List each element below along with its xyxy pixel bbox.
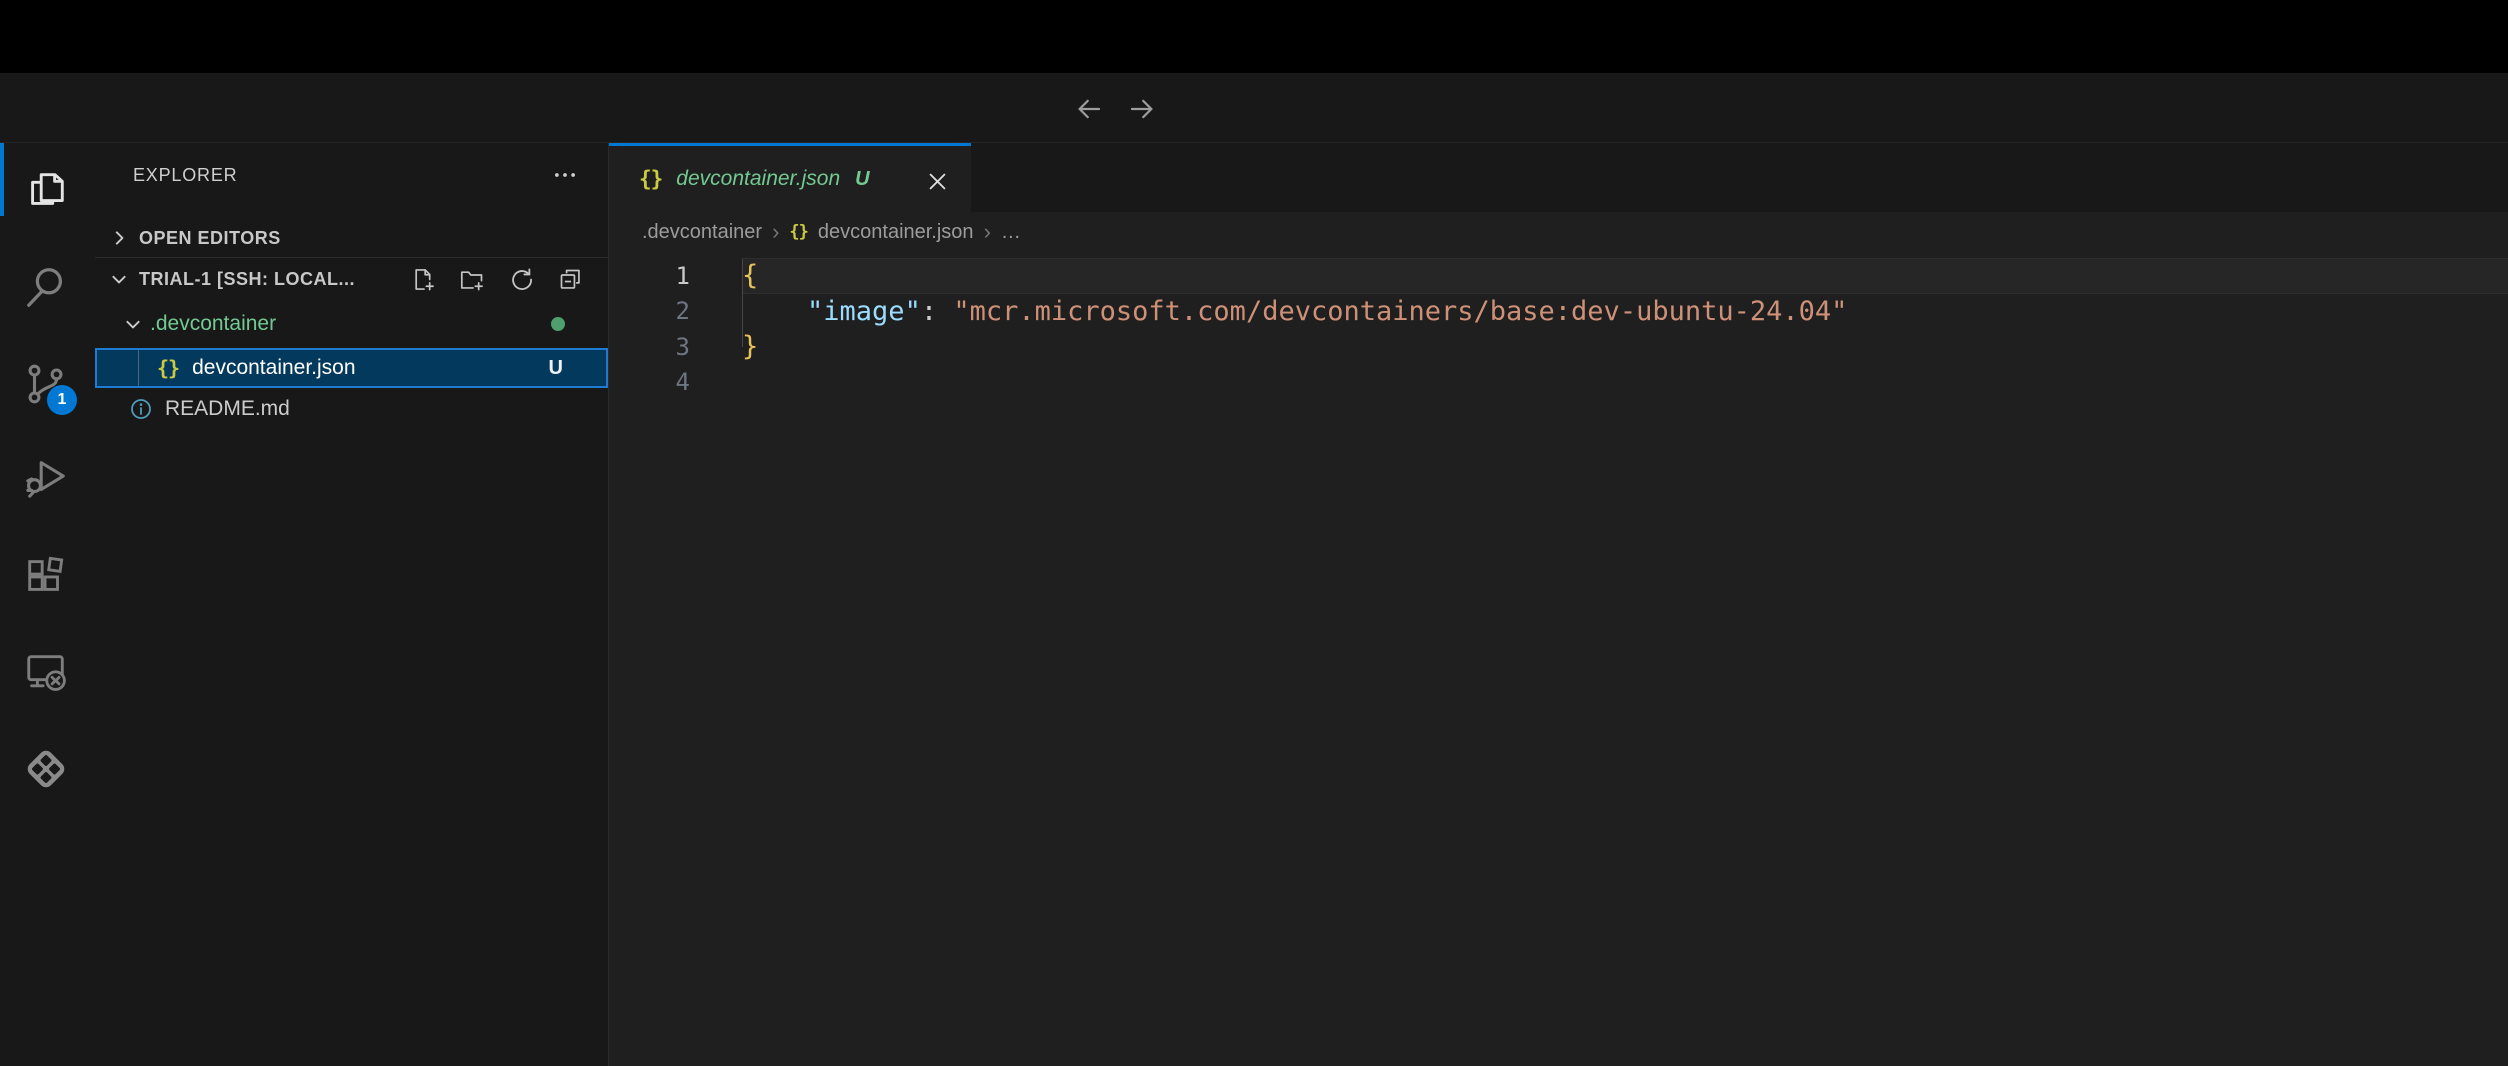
source-control-activity-button[interactable]: 1 xyxy=(22,360,70,408)
extensions-icon xyxy=(23,553,69,599)
activity-bar: 1 xyxy=(0,143,95,1066)
git-untracked-badge: U xyxy=(549,357,563,380)
new-file-icon xyxy=(410,266,437,293)
sidebar-title: EXPLORER xyxy=(133,165,237,186)
diamond-grid-icon xyxy=(23,746,69,792)
code-line[interactable]: { xyxy=(742,258,758,294)
open-editors-label: OPEN EDITORS xyxy=(139,228,281,249)
run-debug-activity-button[interactable] xyxy=(22,453,70,501)
navigate-back-button[interactable] xyxy=(1074,94,1104,124)
chevron-down-icon xyxy=(108,268,130,290)
chevron-right-icon xyxy=(108,227,130,249)
code-token-key: "image" xyxy=(807,296,921,327)
close-icon xyxy=(926,170,949,193)
breadcrumb-symbol-more[interactable]: … xyxy=(1001,221,1021,244)
breadcrumb-separator: › xyxy=(984,219,991,245)
active-view-indicator xyxy=(0,143,4,216)
chevron-down-icon xyxy=(122,313,144,335)
window-top-strip xyxy=(0,0,2508,73)
remote-explorer-activity-button[interactable] xyxy=(22,648,70,696)
code-token-bracket: } xyxy=(742,331,758,362)
line-number: 1 xyxy=(609,262,742,290)
explorer-more-actions-button[interactable] xyxy=(548,163,582,187)
breadcrumb-folder[interactable]: .devcontainer xyxy=(642,221,762,244)
search-icon xyxy=(23,265,69,311)
code-line[interactable]: } xyxy=(742,329,758,365)
json-file-icon: {} xyxy=(157,356,179,380)
line-number: 3 xyxy=(609,333,742,361)
git-modified-dot xyxy=(551,317,565,331)
debug-icon xyxy=(23,454,69,500)
file-name: devcontainer.json xyxy=(192,356,355,380)
tab-bar: {} devcontainer.json U xyxy=(609,143,2508,212)
navigate-forward-button[interactable] xyxy=(1127,94,1157,124)
code-token-plain: : xyxy=(921,296,954,327)
extensions-activity-button[interactable] xyxy=(22,552,70,600)
code-token-string: "mcr.microsoft.com/devcontainers/base:de… xyxy=(953,296,1847,327)
tab-git-badge: U xyxy=(855,168,869,191)
new-file-button[interactable] xyxy=(410,266,437,293)
editor-group: {} devcontainer.json U .devcontainer › {… xyxy=(608,143,2508,1066)
new-folder-icon xyxy=(459,266,486,293)
folder-name: .devcontainer xyxy=(150,312,276,336)
tab-label: devcontainer.json xyxy=(676,167,840,191)
explorer-sidebar: EXPLORER OPEN EDITORS TRIAL-1 [SSH: LOCA… xyxy=(95,143,608,1066)
workspace-label: TRIAL-1 [SSH: LOCAL... xyxy=(139,269,355,290)
tree-item-devcontainer-json[interactable]: {} devcontainer.json U xyxy=(95,348,608,388)
remote-explorer-icon xyxy=(23,649,69,695)
file-name: README.md xyxy=(165,397,290,421)
line-number: 4 xyxy=(609,368,742,396)
new-folder-button[interactable] xyxy=(459,266,486,293)
tree-item-devcontainer-folder[interactable]: .devcontainer xyxy=(95,306,608,342)
refresh-icon xyxy=(508,266,535,293)
code-editor[interactable]: 1{2 "image": "mcr.microsoft.com/devconta… xyxy=(609,252,2508,1066)
json-file-icon: {} xyxy=(639,167,662,191)
code-line-row[interactable]: 2 "image": "mcr.microsoft.com/devcontain… xyxy=(609,294,2508,330)
breadcrumb-file[interactable]: devcontainer.json xyxy=(818,221,974,244)
code-token-bracket: { xyxy=(742,260,758,291)
title-bar: Trial-1 [SSH: localhost:32772] xyxy=(0,73,2508,143)
code-line-row[interactable]: 1{ xyxy=(609,258,2508,294)
arrow-right-icon xyxy=(1127,94,1157,124)
code-line-row[interactable]: 4 xyxy=(609,365,2508,401)
markdown-info-icon xyxy=(129,397,153,421)
open-editors-section-header[interactable]: OPEN EDITORS xyxy=(95,220,608,256)
source-control-badge: 1 xyxy=(47,385,77,415)
section-divider xyxy=(95,257,608,258)
code-line-row[interactable]: 3} xyxy=(609,329,2508,365)
code-line[interactable]: "image": "mcr.microsoft.com/devcontainer… xyxy=(742,294,1847,330)
search-activity-button[interactable] xyxy=(22,264,70,312)
collapse-all-icon xyxy=(557,266,584,293)
code-token-plain xyxy=(742,296,807,327)
tab-devcontainer-json[interactable]: {} devcontainer.json U xyxy=(609,143,971,212)
explorer-activity-button[interactable] xyxy=(22,165,70,213)
azure-activity-button[interactable] xyxy=(22,745,70,793)
breadcrumbs: .devcontainer › {} devcontainer.json › … xyxy=(609,212,2508,252)
collapse-all-button[interactable] xyxy=(557,266,584,293)
breadcrumb-separator: › xyxy=(772,219,779,245)
tree-item-readme[interactable]: README.md xyxy=(95,391,608,427)
ellipsis-icon xyxy=(552,162,578,188)
json-file-icon: {} xyxy=(789,222,807,242)
tab-close-button[interactable] xyxy=(926,170,949,193)
line-number: 2 xyxy=(609,297,742,325)
files-icon xyxy=(23,166,69,212)
tree-indent-guide xyxy=(138,350,139,386)
refresh-button[interactable] xyxy=(508,266,535,293)
workspace-section-header[interactable]: TRIAL-1 [SSH: LOCAL... xyxy=(95,259,608,299)
arrow-left-icon xyxy=(1074,94,1104,124)
